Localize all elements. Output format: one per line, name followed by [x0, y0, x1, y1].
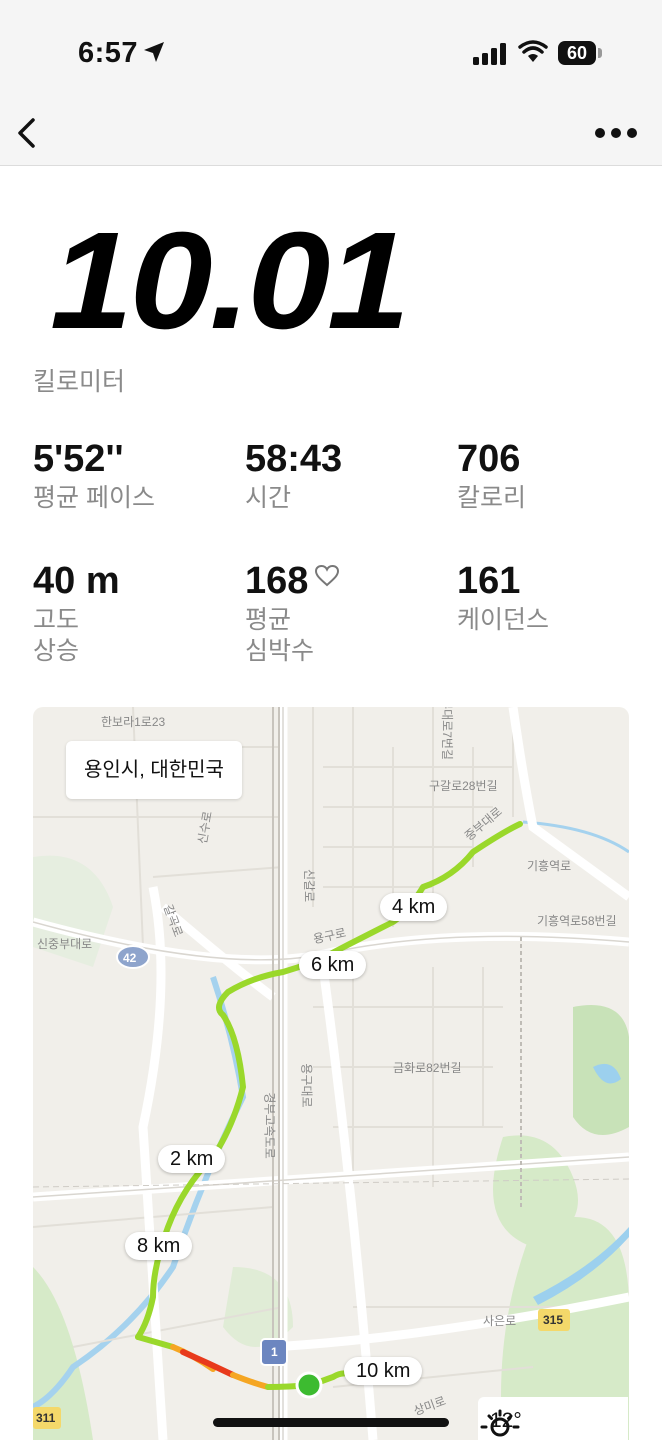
location-arrow-icon — [144, 42, 164, 62]
stat-cadence: 161 케이던스 — [457, 560, 549, 636]
km-marker: 6 km — [299, 951, 367, 979]
route-map[interactable]: 용인시, 대한민국 한보라1로23 구갈로28번길 중부대로 기흥역로 기흥역로… — [33, 707, 629, 1440]
heart-icon — [315, 564, 340, 587]
status-bar: 6:57 60 — [0, 0, 662, 104]
street-label: 금화로82번길 — [393, 1061, 462, 1075]
time-value: 58:43 — [245, 438, 343, 480]
road-badge-label: 1 — [271, 1345, 278, 1359]
pace-value: 5'52'' — [33, 438, 124, 480]
ellipsis-icon[interactable] — [590, 110, 642, 156]
nav-bar — [0, 104, 662, 166]
street-label: 경부고속도로 — [262, 1092, 277, 1159]
heart-rate-value: 168 — [245, 560, 309, 602]
stat-pace: 5'52'' 평균 페이스 — [33, 438, 155, 514]
battery-tip — [598, 48, 602, 58]
calories-value: 706 — [457, 438, 521, 480]
battery-indicator: 60 — [558, 41, 596, 65]
street-label: 기흥역로 — [527, 859, 572, 873]
road-badge-label: 42 — [123, 951, 137, 965]
stat-heart-rate: 168 평균 심박수 — [245, 560, 340, 667]
km-marker: 4 km — [380, 893, 448, 921]
map-canvas — [33, 707, 629, 1440]
street-label: 한보라1로23 — [101, 715, 166, 729]
street-label: 신중부대로 — [37, 937, 93, 951]
home-indicator — [213, 1418, 449, 1427]
road-badge-label: 315 — [543, 1313, 564, 1327]
street-label: 기흥역로58번길 — [537, 914, 617, 928]
heart-rate-label: 평균 심박수 — [245, 606, 315, 665]
wifi-icon — [518, 40, 548, 62]
stat-time: 58:43 시간 — [245, 438, 342, 514]
weather-widget: 12° — [478, 1397, 628, 1440]
distance-unit: 킬로미터 — [33, 368, 126, 396]
stat-elevation: 40 m 고도 상승 — [33, 560, 120, 667]
cellular-signal-icon — [473, 43, 506, 65]
street-label: 용구대로 — [299, 1063, 314, 1108]
elevation-label: 고도 상승 — [33, 606, 80, 665]
total-distance: 10.01 — [50, 204, 410, 358]
street-label: 사은로 — [483, 1314, 517, 1328]
street-label: 중부대로7번길 — [439, 707, 454, 760]
km-marker: 10 km — [344, 1357, 423, 1385]
cadence-label: 케이던스 — [457, 606, 550, 634]
calories-label: 칼로리 — [457, 484, 527, 512]
street-label: 구갈로28번길 — [429, 779, 498, 793]
map-location-label: 용인시, 대한민국 — [66, 741, 242, 799]
sun-icon — [480, 1409, 520, 1437]
street-label: 신갈로 — [302, 868, 317, 903]
status-time: 6:57 — [78, 37, 139, 69]
time-label: 시간 — [245, 484, 292, 512]
km-marker: 8 km — [125, 1232, 193, 1260]
pace-label: 평균 페이스 — [33, 484, 155, 512]
km-marker: 2 km — [158, 1145, 226, 1173]
stat-calories: 706 칼로리 — [457, 438, 526, 514]
elevation-value: 40 m — [33, 560, 120, 602]
road-badge-label: 311 — [36, 1411, 56, 1425]
chevron-left-icon[interactable] — [10, 110, 50, 156]
cadence-value: 161 — [457, 560, 521, 602]
